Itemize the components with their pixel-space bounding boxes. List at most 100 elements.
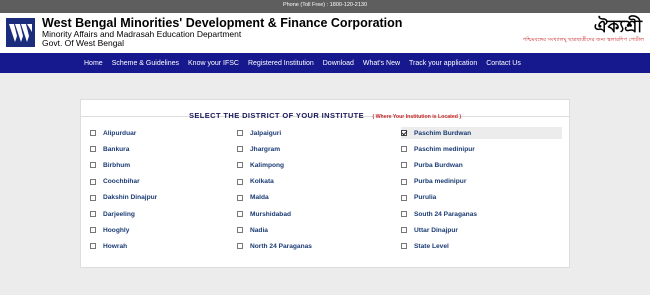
district-option-jalpaiguri[interactable]: Jalpaiguri	[237, 127, 401, 139]
site-header: West Bengal Minorities' Development & Fi…	[0, 13, 650, 53]
district-option-purulia[interactable]: Purulia	[401, 192, 562, 204]
district-option-jhargram[interactable]: Jhargram	[237, 143, 401, 155]
district-checkbox[interactable]	[237, 178, 243, 185]
district-checkbox[interactable]	[90, 178, 96, 185]
district-option-state-level[interactable]: State Level	[401, 240, 562, 252]
district-label: Paschim Burdwan	[414, 129, 472, 137]
district-checkbox[interactable]	[237, 162, 243, 169]
district-option-kalimpong[interactable]: Kalimpong	[237, 159, 401, 171]
nav-track-application[interactable]: Track your application	[409, 60, 477, 67]
district-checkbox[interactable]	[90, 243, 96, 250]
district-checkbox[interactable]	[90, 194, 96, 201]
district-selection-panel: SELECT THE DISTRICT OF YOUR INSTITUTE ( …	[80, 99, 570, 268]
district-label: Dakshin Dinajpur	[103, 194, 158, 202]
district-option-bankura[interactable]: Bankura	[90, 143, 237, 155]
district-label: Kalimpong	[250, 161, 285, 169]
district-option-south-24-paraganas[interactable]: South 24 Paraganas	[401, 208, 562, 220]
nav-scheme-guidelines[interactable]: Scheme & Guidelines	[112, 60, 179, 67]
district-option-north-24-paraganas[interactable]: North 24 Paraganas	[237, 240, 401, 252]
district-label: Kolkata	[250, 178, 274, 186]
district-label: Birbhum	[103, 161, 131, 169]
phone-toll-free: Phone (Toll Free) : 1800-120-2130	[282, 2, 368, 8]
district-option-purba-medinipur[interactable]: Purba medinipur	[401, 176, 562, 188]
district-checkbox[interactable]	[401, 162, 407, 169]
district-checkbox[interactable]	[237, 211, 243, 218]
govt-name: Govt. Of West Bengal	[42, 38, 125, 48]
district-checkbox[interactable]	[90, 146, 96, 153]
district-checkbox[interactable]	[401, 178, 407, 185]
district-checkbox[interactable]	[401, 227, 407, 234]
district-row: Coochbihar Kolkata Purba medinipur	[90, 174, 562, 190]
district-option-malda[interactable]: Malda	[237, 192, 401, 204]
district-row: Birbhum Kalimpong Purba Burdwan	[90, 157, 562, 173]
district-option-uttar-dinajpur[interactable]: Uttar Dinajpur	[401, 224, 562, 236]
nav-contact-us[interactable]: Contact Us	[486, 60, 521, 67]
org-title: West Bengal Minorities' Development & Fi…	[42, 16, 403, 30]
district-label: Hooghly	[103, 226, 130, 234]
district-checkbox[interactable]	[401, 194, 407, 201]
nav-home[interactable]: Home	[84, 60, 103, 67]
district-checkbox[interactable]	[237, 146, 243, 153]
district-checkbox[interactable]	[401, 130, 407, 137]
district-option-birbhum[interactable]: Birbhum	[90, 159, 237, 171]
district-option-kolkata[interactable]: Kolkata	[237, 176, 401, 188]
district-label: Jalpaiguri	[250, 129, 282, 137]
district-label: South 24 Paraganas	[414, 210, 478, 218]
panel-title: SELECT THE DISTRICT OF YOUR INSTITUTE	[188, 111, 365, 120]
district-label: Nadia	[250, 226, 268, 234]
nav-whats-new[interactable]: What's New	[363, 60, 400, 67]
district-checkbox[interactable]	[90, 227, 96, 234]
district-option-murshidabad[interactable]: Murshidabad	[237, 208, 401, 220]
district-label: Murshidabad	[250, 210, 292, 218]
district-checkbox[interactable]	[401, 243, 407, 250]
district-row: Howrah North 24 Paraganas State Level	[90, 238, 562, 254]
district-option-paschim-medinipur[interactable]: Paschim medinipur	[401, 143, 562, 155]
district-checkbox[interactable]	[237, 194, 243, 201]
district-checkbox[interactable]	[237, 130, 243, 137]
district-option-alipurduar[interactable]: Alipurduar	[90, 127, 237, 139]
panel-header: SELECT THE DISTRICT OF YOUR INSTITUTE ( …	[81, 100, 569, 120]
top-bar: Phone (Toll Free) : 1800-120-2130	[0, 0, 650, 13]
district-option-howrah[interactable]: Howrah	[90, 240, 237, 252]
district-checkbox[interactable]	[90, 130, 96, 137]
district-label: North 24 Paraganas	[250, 242, 312, 250]
district-checkbox[interactable]	[237, 243, 243, 250]
district-label: State Level	[414, 242, 449, 250]
district-label: Jhargram	[250, 145, 281, 153]
district-label: Purulia	[414, 194, 437, 202]
district-option-nadia[interactable]: Nadia	[237, 224, 401, 236]
district-option-hooghly[interactable]: Hooghly	[90, 224, 237, 236]
district-checkbox[interactable]	[401, 211, 407, 218]
district-row: Hooghly Nadia Uttar Dinajpur	[90, 222, 562, 238]
main-nav: Home Scheme & Guidelines Know your IFSC …	[0, 53, 650, 73]
wbmdfc-logo[interactable]	[6, 18, 35, 47]
nav-registered-institution[interactable]: Registered Institution	[248, 60, 314, 67]
district-checkbox[interactable]	[90, 162, 96, 169]
district-label: Howrah	[103, 242, 128, 250]
district-grid: Alipurduar Jalpaiguri Paschim Burdwan Banku…	[90, 125, 562, 255]
district-option-dakshin-dinajpur[interactable]: Dakshin Dinajpur	[90, 192, 237, 204]
district-checkbox[interactable]	[237, 227, 243, 234]
district-label: Malda	[250, 194, 269, 202]
district-label: Paschim medinipur	[414, 145, 475, 153]
district-checkbox[interactable]	[401, 146, 407, 153]
district-label: Purba medinipur	[414, 178, 467, 186]
district-row: Darjeeling Murshidabad South 24 Paraganas	[90, 206, 562, 222]
district-row: Alipurduar Jalpaiguri Paschim Burdwan	[90, 125, 562, 141]
district-option-purba-burdwan[interactable]: Purba Burdwan	[401, 159, 562, 171]
panel-hint: ( Where Your Institution is Located )	[372, 114, 462, 120]
aikyashree-subtitle: পশ্চিমবঙ্গের সংখ্যালঘু ছাত্রছাত্রীদের জন…	[522, 37, 644, 43]
district-label: Bankura	[103, 145, 130, 153]
district-label: Coochbihar	[103, 178, 140, 186]
district-label: Purba Burdwan	[414, 161, 463, 169]
district-option-coochbihar[interactable]: Coochbihar	[90, 176, 237, 188]
district-row: Dakshin Dinajpur Malda Purulia	[90, 190, 562, 206]
nav-know-ifsc[interactable]: Know your IFSC	[188, 60, 239, 67]
district-checkbox[interactable]	[90, 211, 96, 218]
district-label: Darjeeling	[103, 210, 135, 218]
district-option-paschim-burdwan[interactable]: Paschim Burdwan	[401, 127, 562, 140]
district-option-darjeeling[interactable]: Darjeeling	[90, 208, 237, 220]
nav-download[interactable]: Download	[323, 60, 354, 67]
district-row: Bankura Jhargram Paschim medinipur	[90, 141, 562, 157]
district-label: Uttar Dinajpur	[414, 226, 458, 234]
